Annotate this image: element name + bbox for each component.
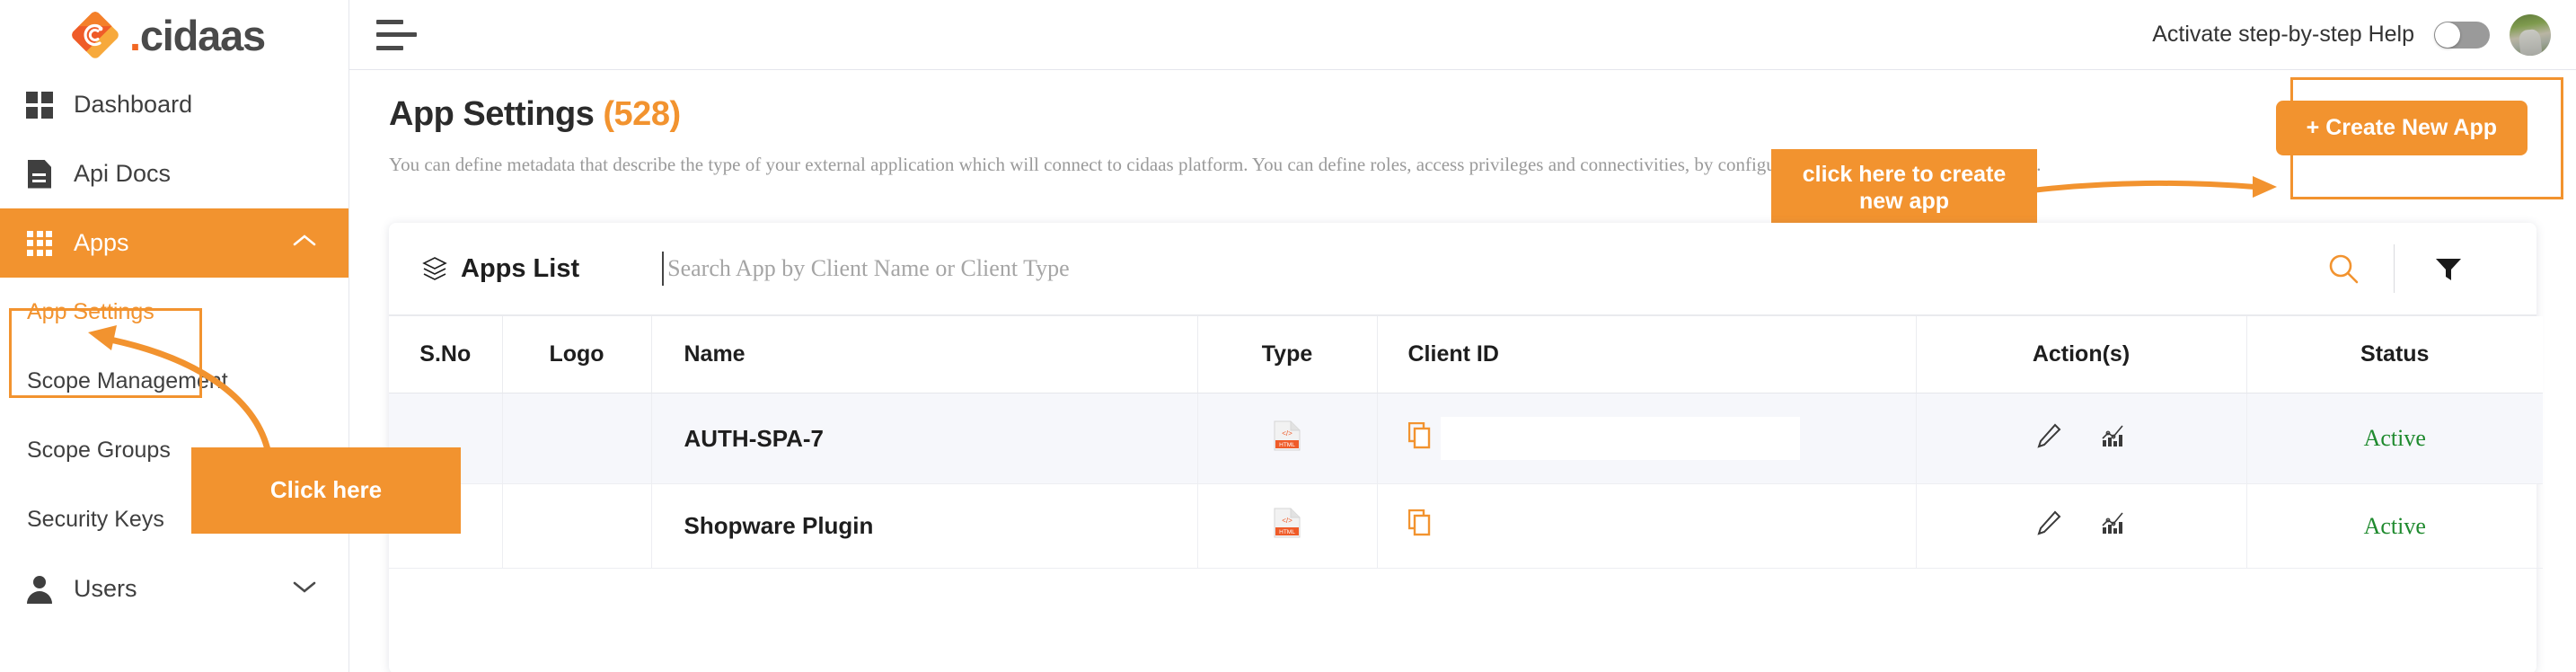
apps-table: S.No Logo Name Type Client ID Action(s) …: [389, 316, 2543, 569]
cell-status: Active: [2246, 483, 2543, 569]
apps-list-card: Apps List Search App by Client Name or C…: [389, 223, 2543, 672]
column-header-sno: S.No: [389, 316, 503, 393]
table-header-row: S.No Logo Name Type Client ID Action(s) …: [389, 316, 2543, 393]
status-badge: Active: [2363, 512, 2426, 539]
copy-icon[interactable]: [1407, 508, 1432, 543]
column-header-name: Name: [651, 316, 1198, 393]
apps-table-body: AUTH-SPA-7 </> HTML Active Shopware Plug…: [389, 393, 2543, 569]
cell-actions: [1916, 483, 2247, 569]
sidebar-click-here-callout: Click here: [191, 447, 461, 534]
layers-icon: [421, 255, 448, 282]
svg-text:HTML: HTML: [1279, 442, 1295, 448]
sidebar-subitem-label: Scope Groups: [27, 438, 171, 463]
column-header-logo: Logo: [502, 316, 652, 393]
main-content: Activate step-by-step Help App Settings …: [349, 0, 2576, 672]
edit-pencil-icon[interactable]: [2035, 422, 2062, 455]
statistics-chart-icon[interactable]: [2100, 422, 2127, 455]
filter-funnel-icon[interactable]: [2395, 253, 2502, 284]
cell-type: </> HTML: [1197, 483, 1378, 569]
sidebar-item-label: Apps: [74, 229, 129, 256]
topbar-right: Activate step-by-step Help: [2152, 13, 2551, 56]
statistics-chart-icon[interactable]: [2100, 509, 2127, 543]
sidebar-item-app-settings[interactable]: App Settings: [0, 278, 348, 347]
sidebar-subitem-label: App Settings: [27, 299, 154, 324]
sidebar-item-api-docs[interactable]: Api Docs: [0, 139, 348, 208]
apps-list-title: Apps List: [421, 254, 579, 284]
html-file-icon: </> HTML: [1274, 508, 1301, 544]
svg-text:HTML: HTML: [1279, 529, 1295, 535]
app-root: .cidaas Dashboard Api Docs Apps App Sett…: [0, 0, 2576, 672]
dashboard-grid-icon: [16, 91, 63, 119]
chevron-up-icon: [293, 234, 316, 252]
cell-type: </> HTML: [1197, 393, 1378, 484]
sidebar-item-label: Api Docs: [74, 160, 172, 187]
cell-logo: [502, 393, 652, 484]
create-app-callout: click here to create new app: [1771, 149, 2037, 226]
column-header-status: Status: [2246, 316, 2543, 393]
sidebar-item-dashboard[interactable]: Dashboard: [0, 70, 348, 139]
svg-text:</>: </>: [1282, 517, 1292, 525]
cell-client-id: [1377, 393, 1917, 484]
apps-list-title-label: Apps List: [461, 253, 580, 283]
apps-grid-icon: [16, 230, 63, 256]
page-title: App Settings (528): [389, 95, 681, 133]
apps-list-header: Apps List: [389, 223, 2536, 316]
sidebar-item-label: Dashboard: [74, 91, 193, 118]
step-by-step-help-toggle[interactable]: [2434, 21, 2490, 49]
apps-table-head: S.No Logo Name Type Client ID Action(s) …: [389, 316, 2543, 393]
cell-client-id: [1377, 483, 1917, 569]
cell-logo: [502, 483, 652, 569]
search-area: [662, 244, 2502, 293]
status-badge: Active: [2363, 425, 2426, 451]
chevron-down-icon: [293, 579, 316, 598]
cell-name: AUTH-SPA-7: [651, 393, 1198, 484]
sidebar: .cidaas Dashboard Api Docs Apps App Sett…: [0, 0, 349, 672]
cell-actions: [1916, 393, 2247, 484]
column-header-actions: Action(s): [1916, 316, 2247, 393]
html-file-icon: </> HTML: [1274, 420, 1301, 456]
sidebar-subitem-label: Security Keys: [27, 507, 164, 532]
cell-name: Shopware Plugin: [651, 483, 1198, 569]
search-icon[interactable]: [2318, 251, 2369, 287]
sidebar-item-apps[interactable]: Apps: [0, 208, 348, 278]
avatar[interactable]: [2510, 13, 2551, 56]
topbar: Activate step-by-step Help: [349, 0, 2576, 70]
sidebar-subitem-label: Scope Management: [27, 368, 228, 393]
user-icon: [16, 575, 63, 604]
sidebar-item-label: Users: [74, 575, 137, 602]
cidaas-diamond-logo: [70, 10, 120, 60]
column-header-type: Type: [1197, 316, 1378, 393]
step-by-step-help-label: Activate step-by-step Help: [2152, 22, 2414, 47]
document-icon: [16, 159, 63, 189]
hamburger-menu-icon[interactable]: [376, 19, 419, 50]
page-header: App Settings (528) You can define metada…: [349, 70, 2576, 226]
search-input[interactable]: [662, 252, 2318, 286]
client-id-value: [1440, 417, 1800, 460]
sidebar-item-users[interactable]: Users: [0, 554, 348, 623]
page-description: You can define metadata that describe th…: [389, 154, 2042, 175]
svg-text:</>: </>: [1282, 429, 1292, 438]
table-row[interactable]: 02 Shopware Plugin </>: [389, 483, 2543, 569]
edit-pencil-icon[interactable]: [2035, 509, 2062, 543]
app-count-badge: (528): [603, 95, 681, 133]
brand-name: .cidaas: [129, 11, 266, 59]
brand-logo[interactable]: .cidaas: [0, 0, 348, 70]
sidebar-item-scope-management[interactable]: Scope Management: [0, 347, 348, 416]
cell-status: Active: [2246, 393, 2543, 484]
copy-icon[interactable]: [1407, 421, 1432, 455]
table-row[interactable]: AUTH-SPA-7 </> HTML Active: [389, 393, 2543, 484]
column-header-client-id: Client ID: [1377, 316, 1917, 393]
create-new-app-button[interactable]: + Create New App: [2275, 101, 2527, 155]
